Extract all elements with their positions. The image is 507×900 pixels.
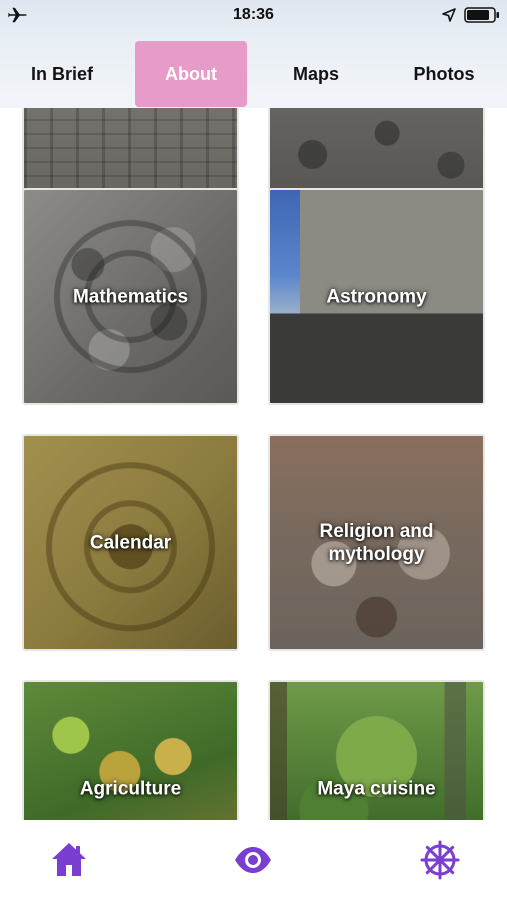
- topic-grid: Mathematics Astronomy Calendar Religion …: [0, 108, 507, 820]
- topic-tile-religion[interactable]: Religion and mythology: [268, 434, 485, 651]
- bottom-nav-bar: [0, 820, 507, 900]
- topic-tile-agriculture[interactable]: Agriculture: [22, 680, 239, 820]
- status-bar: 18:36: [0, 0, 507, 30]
- topic-tile-label: Agriculture: [79, 778, 182, 799]
- topic-tile-label: Calendar: [89, 532, 172, 553]
- location-arrow-icon: [442, 8, 456, 22]
- section-tabs: In Brief About Maps Photos: [0, 30, 507, 108]
- home-icon[interactable]: [49, 840, 89, 880]
- settings-wheel-icon[interactable]: [420, 840, 460, 880]
- battery-icon: [464, 7, 499, 23]
- eye-icon[interactable]: [233, 840, 273, 880]
- tab-photos[interactable]: Photos: [388, 41, 500, 107]
- topic-tile-astronomy[interactable]: Astronomy: [268, 188, 485, 405]
- topic-tile-label: Mathematics: [72, 286, 189, 307]
- topic-tile-label: Maya cuisine: [317, 778, 436, 799]
- topic-tile-mathematics[interactable]: Mathematics: [22, 188, 239, 405]
- topic-tile-label: Religion and mythology: [319, 520, 434, 565]
- tab-maps[interactable]: Maps: [260, 41, 372, 107]
- topic-tile-label: Astronomy: [326, 286, 427, 307]
- tab-about[interactable]: About: [135, 41, 247, 107]
- topic-tile-maya-cuisine[interactable]: Maya cuisine: [268, 680, 485, 820]
- topic-tile-calendar[interactable]: Calendar: [22, 434, 239, 651]
- tab-in-brief[interactable]: In Brief: [6, 41, 118, 107]
- status-time: 18:36: [233, 6, 274, 23]
